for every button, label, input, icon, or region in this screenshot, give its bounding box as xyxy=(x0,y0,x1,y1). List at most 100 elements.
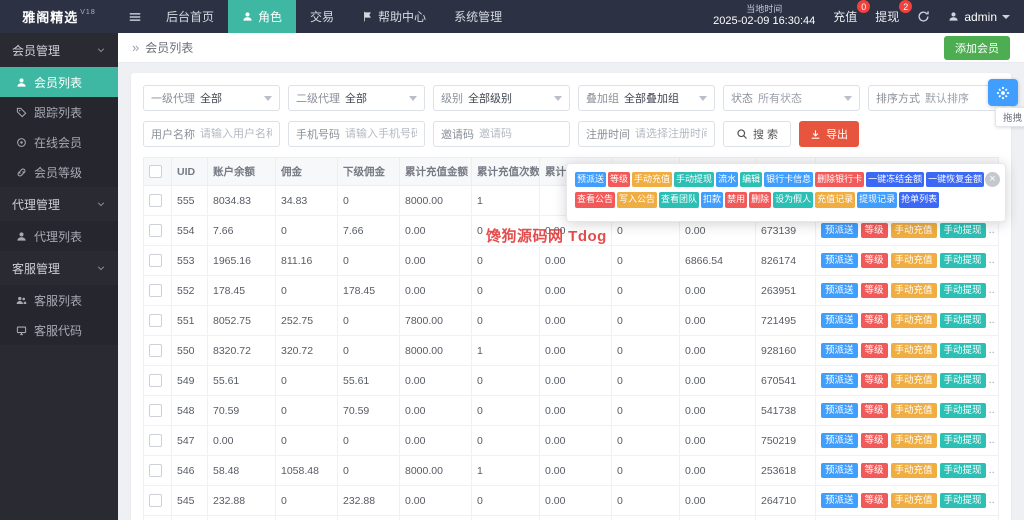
refresh-icon[interactable] xyxy=(917,10,930,23)
row-action-button[interactable]: 等级 xyxy=(861,223,888,239)
theme-settings-button[interactable] xyxy=(988,79,1018,106)
row-checkbox[interactable] xyxy=(149,284,162,297)
row-action-button[interactable]: 手动提现 xyxy=(940,313,986,329)
export-button[interactable]: 导出 xyxy=(799,121,859,147)
nav-item[interactable]: 角色 xyxy=(228,0,296,33)
sidebar-item[interactable]: 客服代码 xyxy=(0,315,118,345)
filter-input-field[interactable] xyxy=(479,128,562,140)
more-actions[interactable]: .. xyxy=(989,224,995,236)
row-action-button[interactable]: 预派送 xyxy=(821,493,858,509)
row-action-button[interactable]: 手动充值 xyxy=(891,463,937,479)
row-action-button[interactable]: 预派送 xyxy=(821,463,858,479)
row-action-button[interactable]: 手动提现 xyxy=(940,403,986,419)
popup-action-button[interactable]: 一键恢复金额 xyxy=(926,172,984,187)
popup-action-button[interactable]: 写入公告 xyxy=(617,192,657,207)
recharge-button[interactable]: 充值 0 xyxy=(833,8,857,25)
row-action-button[interactable]: 手动充值 xyxy=(891,403,937,419)
sidebar-item[interactable]: 跟踪列表 xyxy=(0,97,118,127)
row-action-button[interactable]: 手动充值 xyxy=(891,373,937,389)
popup-action-button[interactable]: 手动提现 xyxy=(674,172,714,187)
more-actions[interactable]: .. xyxy=(989,494,995,506)
popup-action-button[interactable]: 抢单列表 xyxy=(899,192,939,207)
popup-action-button[interactable]: 设为假人 xyxy=(773,192,813,207)
more-actions[interactable]: .. xyxy=(989,464,995,476)
row-checkbox[interactable] xyxy=(149,224,162,237)
sidebar-item[interactable]: 在线会员 xyxy=(0,127,118,157)
row-action-button[interactable]: 预派送 xyxy=(821,283,858,299)
popup-action-button[interactable]: 流水 xyxy=(716,172,738,187)
filter-select[interactable]: 一级代理全部 xyxy=(143,85,280,111)
nav-item[interactable]: 交易 xyxy=(296,0,348,33)
sidebar-item[interactable]: 代理列表 xyxy=(0,221,118,251)
sidebar-item[interactable]: 会员等级 xyxy=(0,157,118,187)
row-action-button[interactable]: 手动充值 xyxy=(891,343,937,359)
more-actions[interactable]: .. xyxy=(989,314,995,326)
row-action-button[interactable]: 等级 xyxy=(861,493,888,509)
popup-action-button[interactable]: 查看公告 xyxy=(575,192,615,207)
popup-action-button[interactable]: 等级 xyxy=(608,172,630,187)
more-actions[interactable]: .. xyxy=(989,404,995,416)
row-action-button[interactable]: 手动提现 xyxy=(940,433,986,449)
row-action-button[interactable]: 手动提现 xyxy=(940,463,986,479)
row-action-button[interactable]: 手动提现 xyxy=(940,373,986,389)
row-action-button[interactable]: 手动充值 xyxy=(891,283,937,299)
row-action-button[interactable]: 预派送 xyxy=(821,313,858,329)
row-checkbox[interactable] xyxy=(149,194,162,207)
filter-input-field[interactable] xyxy=(200,128,272,140)
select-all-checkbox[interactable] xyxy=(149,165,162,178)
row-action-button[interactable]: 手动充值 xyxy=(891,313,937,329)
row-checkbox[interactable] xyxy=(149,374,162,387)
sidebar-group[interactable]: 会员管理 xyxy=(0,33,118,67)
row-action-button[interactable]: 等级 xyxy=(861,283,888,299)
row-action-button[interactable]: 手动充值 xyxy=(891,253,937,269)
more-actions[interactable]: .. xyxy=(989,434,995,446)
filter-select[interactable]: 状态所有状态 xyxy=(723,85,860,111)
row-action-button[interactable]: 手动提现 xyxy=(940,283,986,299)
row-action-button[interactable]: 等级 xyxy=(861,253,888,269)
row-action-button[interactable]: 手动提现 xyxy=(940,223,986,239)
row-checkbox[interactable] xyxy=(149,314,162,327)
filter-select[interactable]: 排序方式默认排序 xyxy=(868,85,1005,111)
popup-action-button[interactable]: 手动充值 xyxy=(632,172,672,187)
row-action-button[interactable]: 预派送 xyxy=(821,343,858,359)
row-action-button[interactable]: 等级 xyxy=(861,433,888,449)
close-icon[interactable]: × xyxy=(985,172,1000,187)
row-action-button[interactable]: 手动提现 xyxy=(940,253,986,269)
popup-action-button[interactable]: 禁用 xyxy=(725,192,747,207)
withdraw-button[interactable]: 提现 2 xyxy=(875,8,899,25)
popup-action-button[interactable]: 删除 xyxy=(749,192,771,207)
row-action-button[interactable]: 等级 xyxy=(861,403,888,419)
popup-action-button[interactable]: 删除银行卡 xyxy=(815,172,864,187)
add-member-button[interactable]: 添加会员 xyxy=(944,36,1010,60)
row-checkbox[interactable] xyxy=(149,434,162,447)
more-actions[interactable]: .. xyxy=(989,254,995,266)
row-checkbox[interactable] xyxy=(149,404,162,417)
row-checkbox[interactable] xyxy=(149,464,162,477)
row-action-button[interactable]: 手动提现 xyxy=(940,493,986,509)
row-action-button[interactable]: 预派送 xyxy=(821,433,858,449)
row-action-button[interactable]: 等级 xyxy=(861,343,888,359)
row-action-button[interactable]: 等级 xyxy=(861,373,888,389)
more-actions[interactable]: .. xyxy=(989,344,995,356)
row-action-button[interactable]: 预派送 xyxy=(821,253,858,269)
admin-menu[interactable]: admin xyxy=(948,10,1010,24)
sidebar-group[interactable]: 代理管理 xyxy=(0,187,118,221)
sidebar-group[interactable]: 客服管理 xyxy=(0,251,118,285)
sidebar-item[interactable]: 会员列表 xyxy=(0,67,118,97)
sidebar-item[interactable]: 客服列表 xyxy=(0,285,118,315)
row-action-button[interactable]: 等级 xyxy=(861,463,888,479)
hamburger-menu-icon[interactable] xyxy=(118,0,152,33)
popup-action-button[interactable]: 编辑 xyxy=(740,172,762,187)
row-action-button[interactable]: 手动提现 xyxy=(940,343,986,359)
filter-input-field[interactable] xyxy=(345,128,417,140)
row-action-button[interactable]: 手动充值 xyxy=(891,493,937,509)
popup-action-button[interactable]: 扣款 xyxy=(701,192,723,207)
row-checkbox[interactable] xyxy=(149,494,162,507)
row-action-button[interactable]: 手动充值 xyxy=(891,433,937,449)
search-button[interactable]: 搜 索 xyxy=(723,121,791,147)
drag-handle[interactable]: 拖拽 xyxy=(995,107,1024,127)
filter-select[interactable]: 叠加组全部叠加组 xyxy=(578,85,715,111)
row-checkbox[interactable] xyxy=(149,254,162,267)
row-action-button[interactable]: 预派送 xyxy=(821,403,858,419)
popup-action-button[interactable]: 查看团队 xyxy=(659,192,699,207)
